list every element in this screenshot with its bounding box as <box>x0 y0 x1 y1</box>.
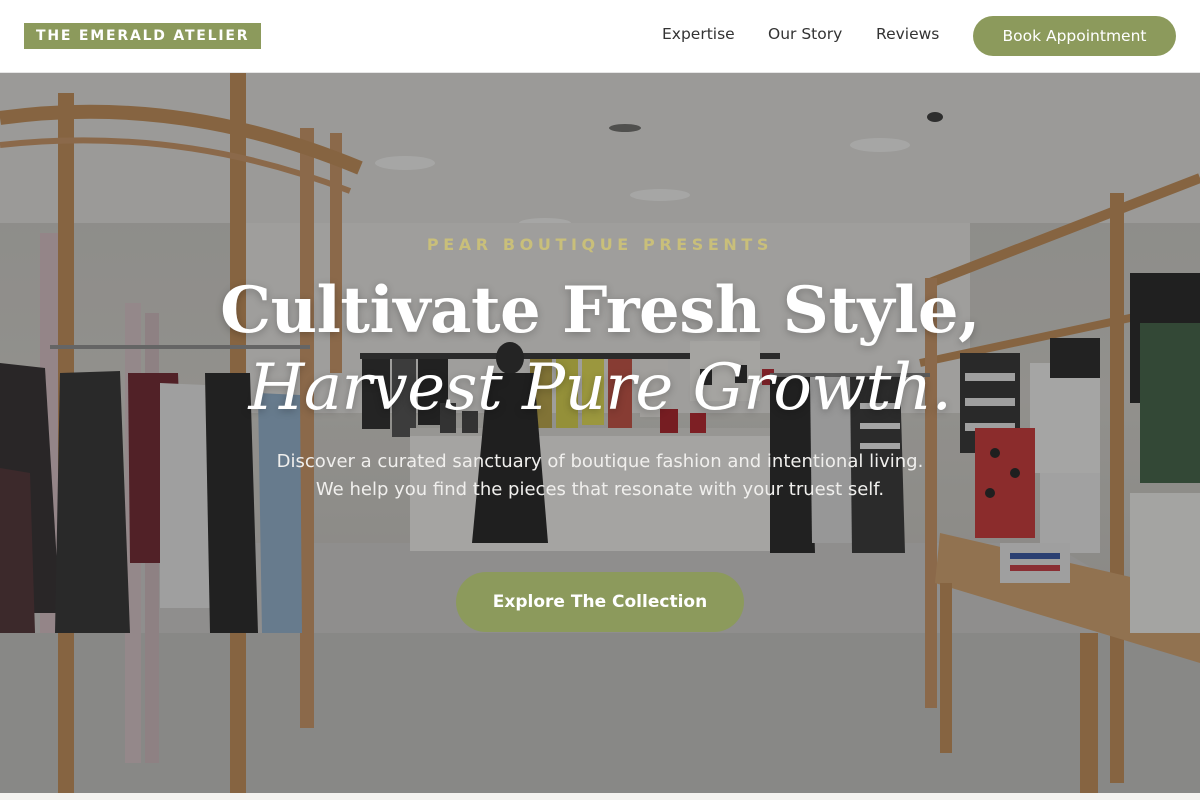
nav-link-reviews[interactable]: Reviews <box>876 25 939 43</box>
hero-eyebrow: PEAR BOUTIQUE PRESENTS <box>426 235 774 254</box>
hero-description: Discover a curated sanctuary of boutique… <box>276 451 924 500</box>
nav-link-expertise[interactable]: Expertise <box>662 25 735 43</box>
hero-headline-italic: Harvest Pure Growth. <box>248 351 952 425</box>
page-bottom-strip <box>0 793 1200 800</box>
book-appointment-button[interactable]: Book Appointment <box>973 16 1176 56</box>
brand-logo[interactable]: THE EMERALD ATELIER <box>24 23 262 49</box>
hero-content: PEAR BOUTIQUE PRESENTS Cultivate Fresh S… <box>0 73 1200 793</box>
hero-section: PEAR BOUTIQUE PRESENTS Cultivate Fresh S… <box>0 73 1200 793</box>
hero-headline: Cultivate Fresh Style, <box>220 273 980 348</box>
nav-link-our-story[interactable]: Our Story <box>768 25 842 43</box>
explore-collection-button[interactable]: Explore The Collection <box>456 572 744 632</box>
site-header: THE EMERALD ATELIER Expertise Our Story … <box>0 0 1200 73</box>
